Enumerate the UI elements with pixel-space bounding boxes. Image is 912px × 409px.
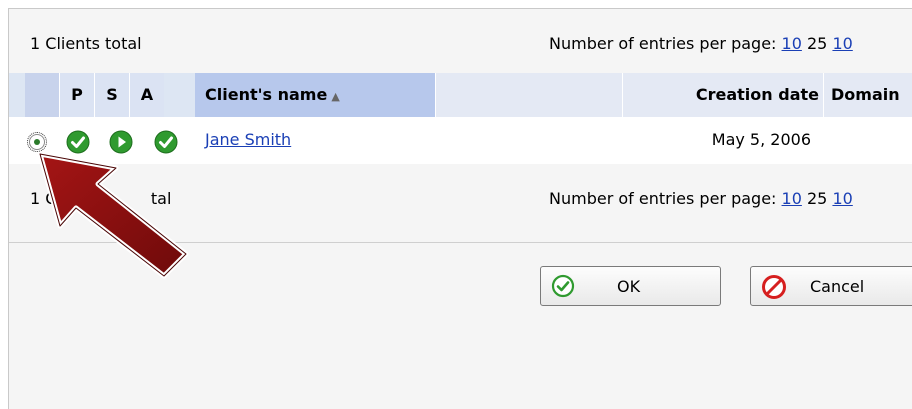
- per-page-label: Number of entries per page:: [549, 189, 777, 208]
- header-divider: [59, 73, 60, 117]
- select-column-header: [25, 73, 59, 117]
- column-header-s[interactable]: S: [95, 73, 129, 117]
- sort-ascending-icon: ▲: [331, 90, 340, 103]
- header-divider: [129, 73, 130, 117]
- column-header-domain[interactable]: Domain: [827, 73, 912, 117]
- column-header-a[interactable]: A: [130, 73, 164, 117]
- header-divider: [435, 73, 436, 117]
- ok-button-label: OK: [617, 277, 641, 296]
- per-page-10-link[interactable]: 10: [782, 189, 802, 208]
- cancel-icon: [762, 275, 786, 299]
- cancel-button[interactable]: Cancel: [750, 266, 912, 306]
- summary-bar-top: 1 Clients total Number of entries per pa…: [9, 9, 912, 73]
- row-select-radio[interactable]: [27, 132, 47, 152]
- column-header-client-name[interactable]: Client's name ▲: [195, 73, 445, 117]
- table-header: P S A Client's name ▲ Creation date Domai…: [9, 73, 912, 117]
- radio-dot: [34, 139, 40, 145]
- per-page-25-current: 25: [806, 34, 828, 53]
- column-header-spacer: [436, 73, 622, 117]
- per-page-label: Number of entries per page:: [549, 34, 777, 53]
- client-name-header-label: Client's name: [205, 85, 328, 104]
- per-page-100-link[interactable]: 10: [832, 34, 852, 53]
- ok-button[interactable]: OK: [540, 266, 721, 306]
- entries-per-page-bottom: Number of entries per page: 10 25 10: [549, 189, 853, 208]
- per-page-100-link[interactable]: 10: [832, 189, 852, 208]
- creation-date-cell: May 5, 2006: [711, 130, 811, 149]
- per-page-25-current: 25: [806, 189, 828, 208]
- ok-check-icon: [551, 274, 575, 298]
- cancel-button-label: Cancel: [810, 277, 865, 296]
- header-divider: [622, 73, 623, 117]
- clients-total: 1 Clients total: [30, 34, 142, 53]
- column-header-creation-date[interactable]: Creation date: [623, 73, 827, 117]
- header-divider: [823, 73, 824, 117]
- client-name-link[interactable]: Jane Smith: [205, 130, 291, 149]
- pointer-arrow-icon: [37, 151, 189, 279]
- header-divider: [94, 73, 95, 117]
- column-header-p[interactable]: P: [60, 73, 94, 117]
- entries-per-page-top: Number of entries per page: 10 25 10: [549, 34, 853, 53]
- per-page-10-link[interactable]: 10: [782, 34, 802, 53]
